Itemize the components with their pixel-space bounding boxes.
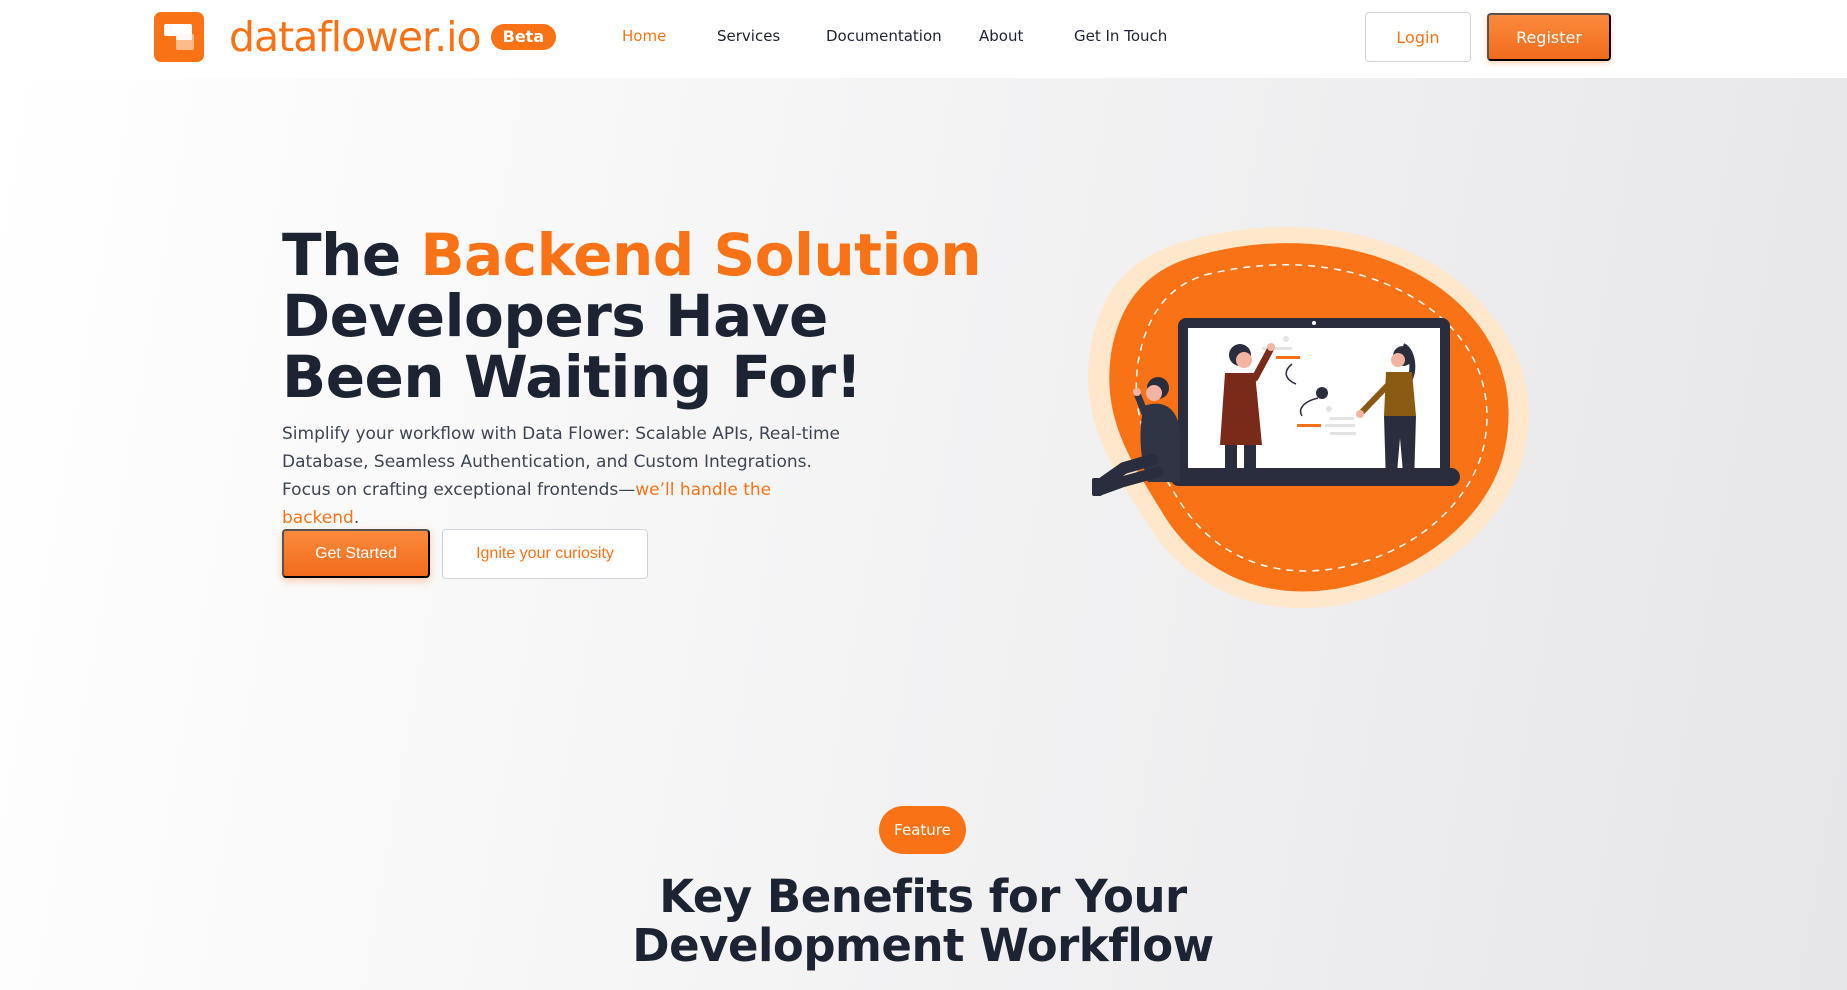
brand-name: dataflower.io (229, 13, 482, 61)
key-benefits-title: Key Benefits for Your Development Workflo… (523, 872, 1323, 970)
ignite-curiosity-button[interactable]: Ignite your curiosity (442, 529, 648, 579)
stacked-cards-logo-icon (154, 12, 204, 62)
get-started-button[interactable]: Get Started (282, 529, 430, 578)
nav-item-get-in-touch[interactable]: Get In Touch (1074, 26, 1167, 46)
beta-badge: Beta (490, 24, 557, 50)
nav-item-documentation[interactable]: Documentation (826, 26, 942, 46)
section-title-line1: Key Benefits for Your (659, 870, 1187, 923)
hero-headline: The Backend Solution Developers Have Been… (282, 225, 1002, 408)
login-button[interactable]: Login (1365, 12, 1471, 62)
hero-subtext: Simplify your workflow with Data Flower:… (282, 420, 842, 532)
brand-home-link[interactable]: dataflower.io Beta (154, 12, 557, 62)
nav-item-about[interactable]: About (979, 26, 1023, 46)
team-presentation-illustration (1088, 226, 1529, 609)
top-navbar: dataflower.io Beta Home Services Documen… (0, 0, 1847, 78)
subtext-end: . (353, 508, 360, 528)
headline-prefix: The (282, 221, 421, 289)
headline-rest: Developers Have Been Waiting For! (282, 282, 862, 411)
nav-item-services[interactable]: Services (717, 26, 780, 46)
section-title-line2: Development Workflow (632, 919, 1214, 972)
feature-badge: Feature (879, 806, 966, 854)
headline-accent: Backend Solution (420, 221, 982, 289)
nav-item-home[interactable]: Home (622, 26, 666, 46)
register-button[interactable]: Register (1487, 13, 1611, 61)
